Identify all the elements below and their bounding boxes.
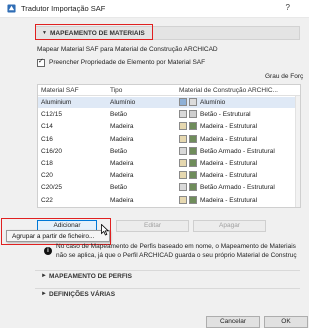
material-swatch-icon: [179, 183, 187, 192]
section-header-settings[interactable]: ► DEFINIÇÕES VÁRIAS: [35, 288, 300, 300]
surface-swatch-icon: [189, 159, 197, 167]
mouse-cursor-icon: [101, 224, 109, 236]
cell-tipo: Madeira: [110, 172, 134, 180]
cell-building-material[interactable]: Madeira - Estrutural: [200, 197, 257, 204]
surface-swatch-icon: [189, 183, 197, 192]
table-header: Material SAF Tipo Material de Construção…: [38, 85, 300, 96]
cell-building-material[interactable]: Alumínio: [200, 99, 225, 106]
cell-material-saf: C22: [41, 196, 53, 204]
cell-building-material[interactable]: Madeira - Estrutural: [200, 123, 257, 130]
material-swatch-icon: [179, 171, 187, 180]
cell-material-saf: C20/25: [41, 184, 62, 192]
table-scrollbar[interactable]: [295, 96, 300, 207]
surface-swatch-icon: [189, 195, 197, 204]
table-row[interactable]: C20/25 Betão Betão Armado - Estrutural: [38, 182, 300, 193]
material-swatch-icon: [179, 110, 187, 119]
help-button[interactable]: ?: [286, 3, 290, 12]
section-header-materials[interactable]: ▼ MAPEAMENTO DE MATERIAIS: [35, 26, 300, 40]
check-icon: ✓: [38, 58, 44, 65]
menu-item-group-from-file[interactable]: Agrupar a partir de ficheiro...: [12, 233, 94, 240]
title-bar: Tradutor Importação SAF ?: [0, 0, 309, 18]
cell-material-saf: Aluminium: [41, 99, 72, 106]
column-header-tipo[interactable]: Tipo: [110, 87, 122, 94]
cell-tipo: Madeira: [110, 123, 134, 131]
table-row[interactable]: C20 Madeira Madeira - Estrutural: [38, 170, 300, 181]
cell-tipo: Madeira: [110, 160, 134, 167]
surface-swatch-icon: [189, 146, 197, 155]
grau-label: Grau de Forç: [265, 73, 304, 80]
surface-swatch-icon: [189, 110, 197, 119]
cell-tipo: Betão: [110, 184, 127, 192]
app-icon: [7, 4, 16, 13]
fill-property-label: Preencher Propriedade de Elemento por Ma…: [49, 59, 206, 66]
material-swatch-icon: [179, 122, 187, 131]
cell-material-saf: C16: [41, 135, 53, 143]
cell-building-material[interactable]: Madeira - Estrutural: [200, 160, 257, 167]
mapping-subtitle: Mapear Material SAF para Material de Con…: [37, 46, 218, 53]
cell-material-saf: C16/20: [41, 147, 62, 155]
section-title-profiles: MAPEAMENTO DE PERFIS: [49, 273, 132, 280]
material-swatch-icon: [179, 159, 187, 167]
table-row[interactable]: C16 Madeira Madeira - Estrutural: [38, 134, 300, 145]
section-title-settings: DEFINIÇÕES VÁRIAS: [49, 291, 116, 298]
add-dropdown-menu: Agrupar a partir de ficheiro...: [6, 230, 110, 242]
material-swatch-icon: [179, 134, 187, 143]
info-icon: i: [44, 247, 52, 255]
cell-material-saf: C18: [41, 160, 53, 167]
cell-tipo: Madeira: [110, 135, 134, 143]
material-swatch-icon: [179, 98, 187, 106]
chevron-right-icon: ►: [41, 291, 47, 297]
cell-tipo: Madeira: [110, 196, 134, 204]
materials-table: Material SAF Tipo Material de Construção…: [37, 84, 301, 208]
delete-button[interactable]: Apagar: [193, 220, 266, 232]
edit-button[interactable]: Editar: [116, 220, 189, 232]
surface-swatch-icon: [189, 134, 197, 143]
surface-swatch-icon: [189, 171, 197, 180]
cell-building-material[interactable]: Betão - Estrutural: [200, 111, 251, 118]
ok-button[interactable]: OK: [264, 316, 308, 328]
cell-building-material[interactable]: Madeira - Estrutural: [200, 136, 257, 143]
material-swatch-icon: [179, 195, 187, 204]
chevron-down-icon: ▼: [42, 30, 47, 36]
table-row[interactable]: C16/20 Betão Betão Armado - Estrutural: [38, 146, 300, 157]
cell-tipo: Alumínio: [110, 99, 136, 106]
material-swatch-icon: [179, 146, 187, 155]
cell-tipo: Betão: [110, 147, 127, 155]
table-row[interactable]: C18 Madeira Madeira - Estrutural: [38, 158, 300, 169]
column-header-construcao[interactable]: Material de Construção ARCHIC...: [179, 87, 278, 94]
cell-material-saf: C12/15: [41, 111, 62, 119]
window-title: Tradutor Importação SAF: [21, 4, 106, 13]
chevron-right-icon: ►: [41, 273, 47, 279]
section-title-materials: MAPEAMENTO DE MATERIAIS: [50, 30, 145, 37]
table-row[interactable]: Aluminium Alumínio Alumínio: [38, 97, 300, 108]
fill-property-checkbox[interactable]: ✓: [37, 58, 45, 67]
section-header-profiles[interactable]: ► MAPEAMENTO DE PERFIS: [35, 270, 300, 282]
info-text-line2: não se aplica, já que o Perfil ARCHICAD …: [56, 252, 297, 259]
table-row[interactable]: C14 Madeira Madeira - Estrutural: [38, 121, 300, 132]
surface-swatch-icon: [189, 122, 197, 131]
cell-tipo: Betão: [110, 111, 127, 119]
column-header-material[interactable]: Material SAF: [41, 87, 79, 94]
cell-building-material[interactable]: Betão Armado - Estrutural: [200, 148, 275, 155]
cell-building-material[interactable]: Madeira - Estrutural: [200, 172, 257, 179]
table-row[interactable]: C22 Madeira Madeira - Estrutural: [38, 195, 300, 206]
cancel-button[interactable]: Cancelar: [206, 316, 260, 328]
cell-material-saf: C20: [41, 172, 53, 180]
cell-material-saf: C14: [41, 123, 53, 131]
info-text-line1: No caso de Mapeamento de Perfis baseado …: [56, 243, 296, 250]
table-row[interactable]: C12/15 Betão Betão - Estrutural: [38, 109, 300, 120]
surface-swatch-icon: [189, 98, 197, 106]
cell-building-material[interactable]: Betão Armado - Estrutural: [200, 184, 275, 191]
